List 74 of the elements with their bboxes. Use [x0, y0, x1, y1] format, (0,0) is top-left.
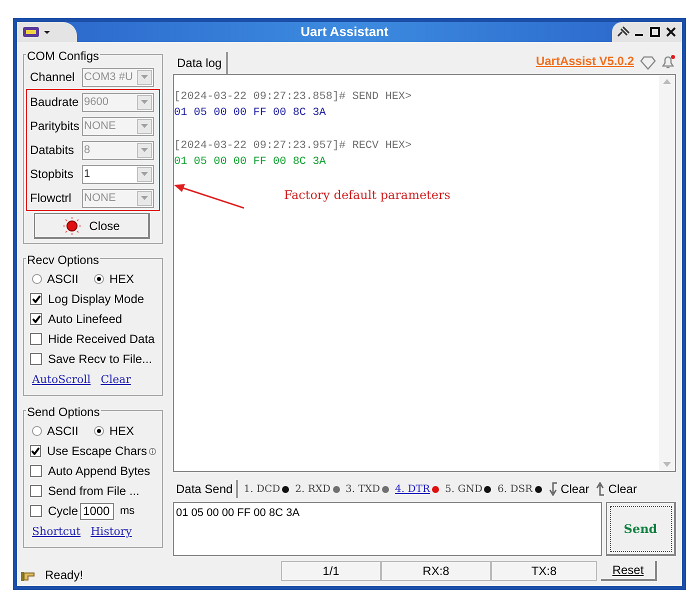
radio-label: HEX: [109, 423, 134, 440]
maximize-icon[interactable]: [648, 26, 662, 38]
annotation-arrow: [174, 183, 244, 209]
checkbox-label: Use Escape Chars: [47, 443, 148, 460]
checkbox-label: Save Recv to File...: [48, 351, 152, 368]
rx-count: RX:8: [381, 561, 491, 581]
log-data: 01 05 00 00 FF 00 8C 3A: [174, 106, 327, 121]
info-icon[interactable]: [149, 446, 156, 456]
checkbox[interactable]: [30, 353, 42, 365]
send-button[interactable]: Send: [606, 502, 676, 556]
close-icon[interactable]: [664, 26, 678, 38]
status-text: Ready!: [45, 567, 84, 584]
checkbox[interactable]: [30, 485, 42, 497]
log-header: [2024-03-22 09:27:23.858]# SEND HEX>: [174, 90, 413, 105]
radio-label: HEX: [109, 271, 134, 288]
caret-icon: [44, 30, 50, 34]
log-data: 01 05 00 00 FF 00 8C 3A: [174, 155, 327, 170]
bell-icon[interactable]: [660, 54, 676, 70]
radio-label: ASCII: [47, 423, 78, 440]
annotation-text: Factory default parameters: [284, 187, 450, 203]
checkbox-label: Hide Received Data: [48, 331, 155, 348]
checkbox-label: Auto Linefeed: [48, 311, 122, 328]
pin-icon[interactable]: [616, 26, 630, 38]
field-label: Paritybits: [30, 118, 80, 135]
pin-label[interactable]: 4. DTR: [395, 482, 430, 496]
cycle-input[interactable]: 1000: [80, 502, 114, 520]
checkbox[interactable]: [30, 313, 42, 325]
reset-button[interactable]: Reset: [601, 561, 657, 581]
tx-count: TX:8: [491, 561, 597, 581]
log-header: [2024-03-22 09:27:23.957]# RECV HEX>: [174, 139, 413, 154]
radio-button[interactable]: [32, 426, 42, 436]
checkbox-label: Send from File ...: [48, 483, 140, 500]
unit-label: ms: [120, 504, 135, 519]
app-icon: [23, 27, 39, 37]
app-menu-button[interactable]: [17, 22, 77, 42]
send-input[interactable]: 01 05 00 00 FF 00 8C 3A: [173, 502, 602, 556]
radio-button[interactable]: [94, 274, 104, 284]
radio-label: ASCII: [47, 271, 78, 288]
checkbox[interactable]: [30, 445, 41, 457]
link[interactable]: Shortcut: [32, 524, 81, 540]
field-label: Flowctrl: [30, 190, 72, 207]
field-label: Baudrate: [30, 94, 80, 111]
field-label: Channel: [30, 69, 76, 86]
pin-label[interactable]: 6. DSR: [497, 482, 533, 496]
pin-label[interactable]: 1. DCD: [244, 482, 280, 496]
pin-label[interactable]: 5. GND: [444, 482, 482, 496]
indicator-light-icon: [63, 216, 82, 234]
checkbox[interactable]: [30, 505, 42, 517]
down-arrow-icon: [548, 482, 558, 496]
checkbox-label: Auto Append Bytes: [48, 463, 150, 480]
clear-button[interactable]: Clear: [595, 480, 637, 498]
dropdown-field[interactable]: 1: [82, 164, 154, 184]
checkbox-label: Cycle: [48, 503, 78, 520]
diamond-icon[interactable]: [640, 56, 656, 70]
checkbox-label: Log Display Mode: [48, 291, 144, 308]
page-count: 1/1: [281, 561, 381, 581]
pin-label[interactable]: 3. TXD: [346, 482, 380, 496]
link[interactable]: AutoScroll: [32, 372, 91, 388]
field-label: Databits: [30, 142, 76, 159]
pin-label[interactable]: 2. RXD: [295, 482, 331, 496]
link[interactable]: Clear: [100, 372, 131, 388]
data-send-tab[interactable]: Data Send: [173, 480, 238, 498]
hand-icon: [21, 569, 37, 581]
clear-button[interactable]: Clear: [548, 480, 590, 498]
radio-button[interactable]: [94, 426, 104, 436]
checkbox[interactable]: [30, 333, 42, 345]
close-button[interactable]: Close: [34, 213, 150, 239]
checkbox[interactable]: [30, 293, 42, 305]
window-title: Uart Assistant: [300, 23, 390, 42]
link[interactable]: History: [90, 524, 132, 540]
up-arrow-icon: [595, 482, 606, 496]
checkbox[interactable]: [30, 465, 42, 477]
field-label: Stopbits: [30, 166, 74, 183]
radio-button[interactable]: [32, 274, 42, 284]
